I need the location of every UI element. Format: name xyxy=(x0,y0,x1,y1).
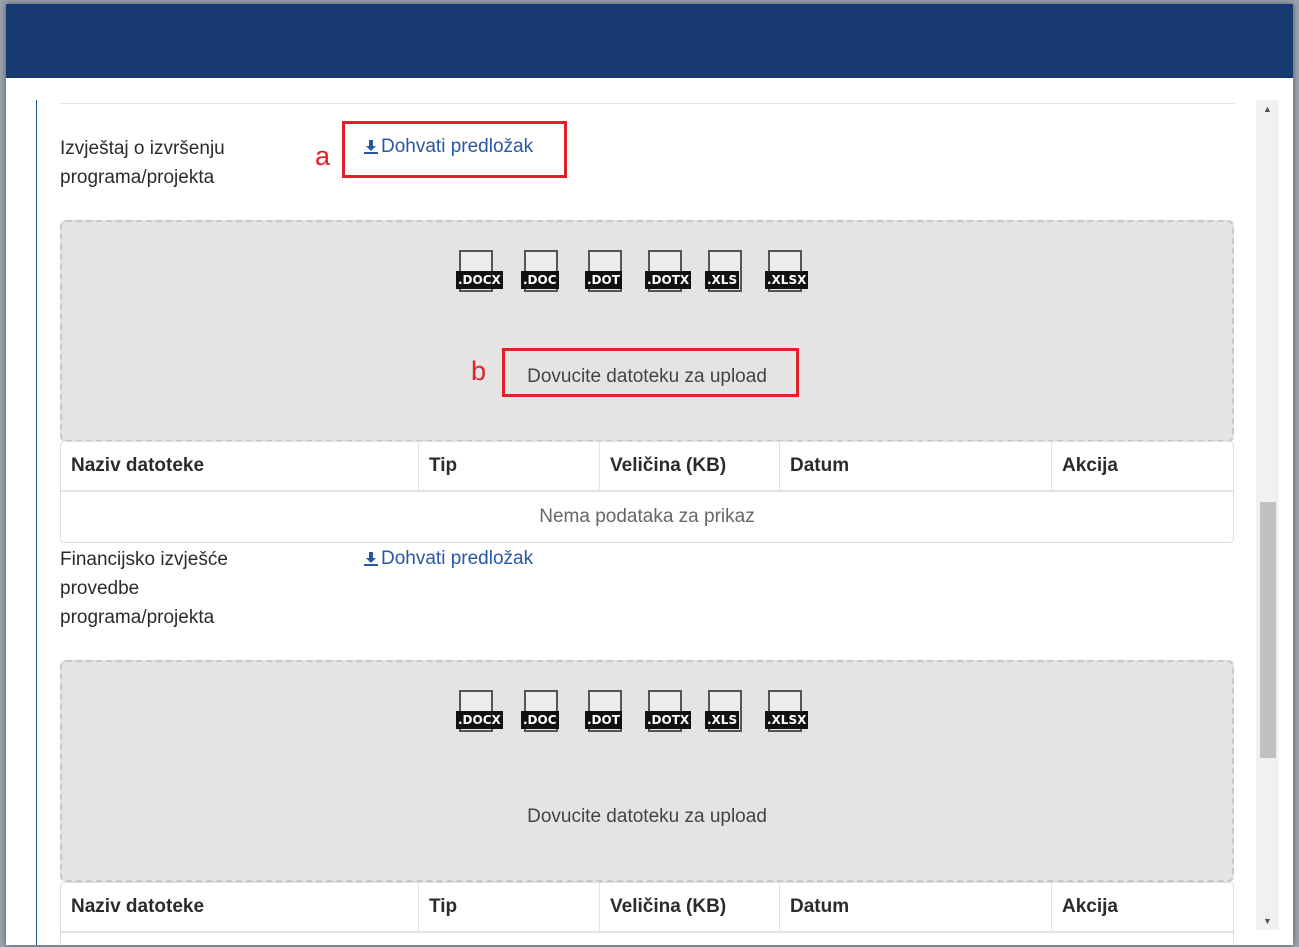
file-dropzone[interactable]: .DOCX .DOC .DOT .DOTX .XLS .XLSX Dovucit… xyxy=(60,220,1234,442)
scrollbar-thumb[interactable] xyxy=(1260,502,1276,758)
col-tip[interactable]: Tip xyxy=(418,442,599,490)
col-velicina[interactable]: Veličina (KB) xyxy=(599,883,779,931)
download-template-link[interactable]: Dohvati predložak xyxy=(363,548,533,570)
dotx-file-icon: .DOTX xyxy=(645,250,692,302)
annotation-letter-a: a xyxy=(315,141,331,171)
section-label-izvjestaj: Izvještaj o izvršenju programa/projekta xyxy=(60,134,225,192)
label-line: Izvještaj o izvršenju xyxy=(60,138,225,159)
col-akcija[interactable]: Akcija xyxy=(1051,883,1233,931)
vertical-scrollbar[interactable]: ▲ ▼ xyxy=(1256,100,1279,930)
table-header: Naziv datoteke Tip Veličina (KB) Datum A… xyxy=(61,442,1233,492)
dot-file-icon: .DOT xyxy=(585,690,625,742)
files-table: Naziv datoteke Tip Veličina (KB) Datum A… xyxy=(60,441,1234,543)
empty-table-message: Nema podataka za prikaz xyxy=(539,506,755,527)
download-icon xyxy=(364,552,378,566)
xls-file-icon: .XLS xyxy=(705,690,745,742)
top-header-bar xyxy=(6,4,1293,78)
doc-file-icon: .DOC xyxy=(521,690,561,742)
xls-file-icon: .XLS xyxy=(705,250,745,302)
col-datum[interactable]: Datum xyxy=(779,442,1051,490)
col-naziv-datoteke[interactable]: Naziv datoteke xyxy=(61,883,418,931)
arrow-up-icon[interactable]: ▲ xyxy=(1256,100,1279,118)
annotation-box-a xyxy=(342,121,567,178)
col-velicina[interactable]: Veličina (KB) xyxy=(599,442,779,490)
annotation-letter-b: b xyxy=(471,356,487,386)
dotx-file-icon: .DOTX xyxy=(645,690,692,742)
label-line: programa/projekta xyxy=(60,607,215,628)
xlsx-file-icon: .XLSX xyxy=(765,250,809,302)
col-naziv-datoteke[interactable]: Naziv datoteke xyxy=(61,442,418,490)
label-line: provedbe xyxy=(60,578,140,599)
dropzone-text: Dovucite datoteku za upload xyxy=(527,806,767,827)
content-border xyxy=(36,100,37,945)
col-tip[interactable]: Tip xyxy=(418,883,599,931)
section-label-financijsko: Financijsko izvješće provedbe programa/p… xyxy=(60,545,228,632)
table-header: Naziv datoteke Tip Veličina (KB) Datum A… xyxy=(61,883,1233,933)
label-line: Financijsko izvješće xyxy=(60,549,228,570)
section-divider xyxy=(60,103,1235,104)
files-table: Naziv datoteke Tip Veličina (KB) Datum A… xyxy=(60,882,1234,945)
docx-file-icon: .DOCX xyxy=(456,250,503,302)
annotation-box-b xyxy=(502,348,799,397)
arrow-down-icon[interactable]: ▼ xyxy=(1256,912,1279,930)
col-datum[interactable]: Datum xyxy=(779,883,1051,931)
download-template-label: Dohvati predložak xyxy=(381,548,534,569)
xlsx-file-icon: .XLSX xyxy=(765,690,809,742)
file-dropzone[interactable]: .DOCX .DOC .DOT .DOTX .XLS .XLSX Dovucit… xyxy=(60,660,1234,882)
docx-file-icon: .DOCX xyxy=(456,690,503,742)
app-window: Izvještaj o izvršenju programa/projekta … xyxy=(6,4,1293,945)
dot-file-icon: .DOT xyxy=(585,250,625,302)
label-line: programa/projekta xyxy=(60,167,215,188)
doc-file-icon: .DOC xyxy=(521,250,561,302)
col-akcija[interactable]: Akcija xyxy=(1051,442,1233,490)
